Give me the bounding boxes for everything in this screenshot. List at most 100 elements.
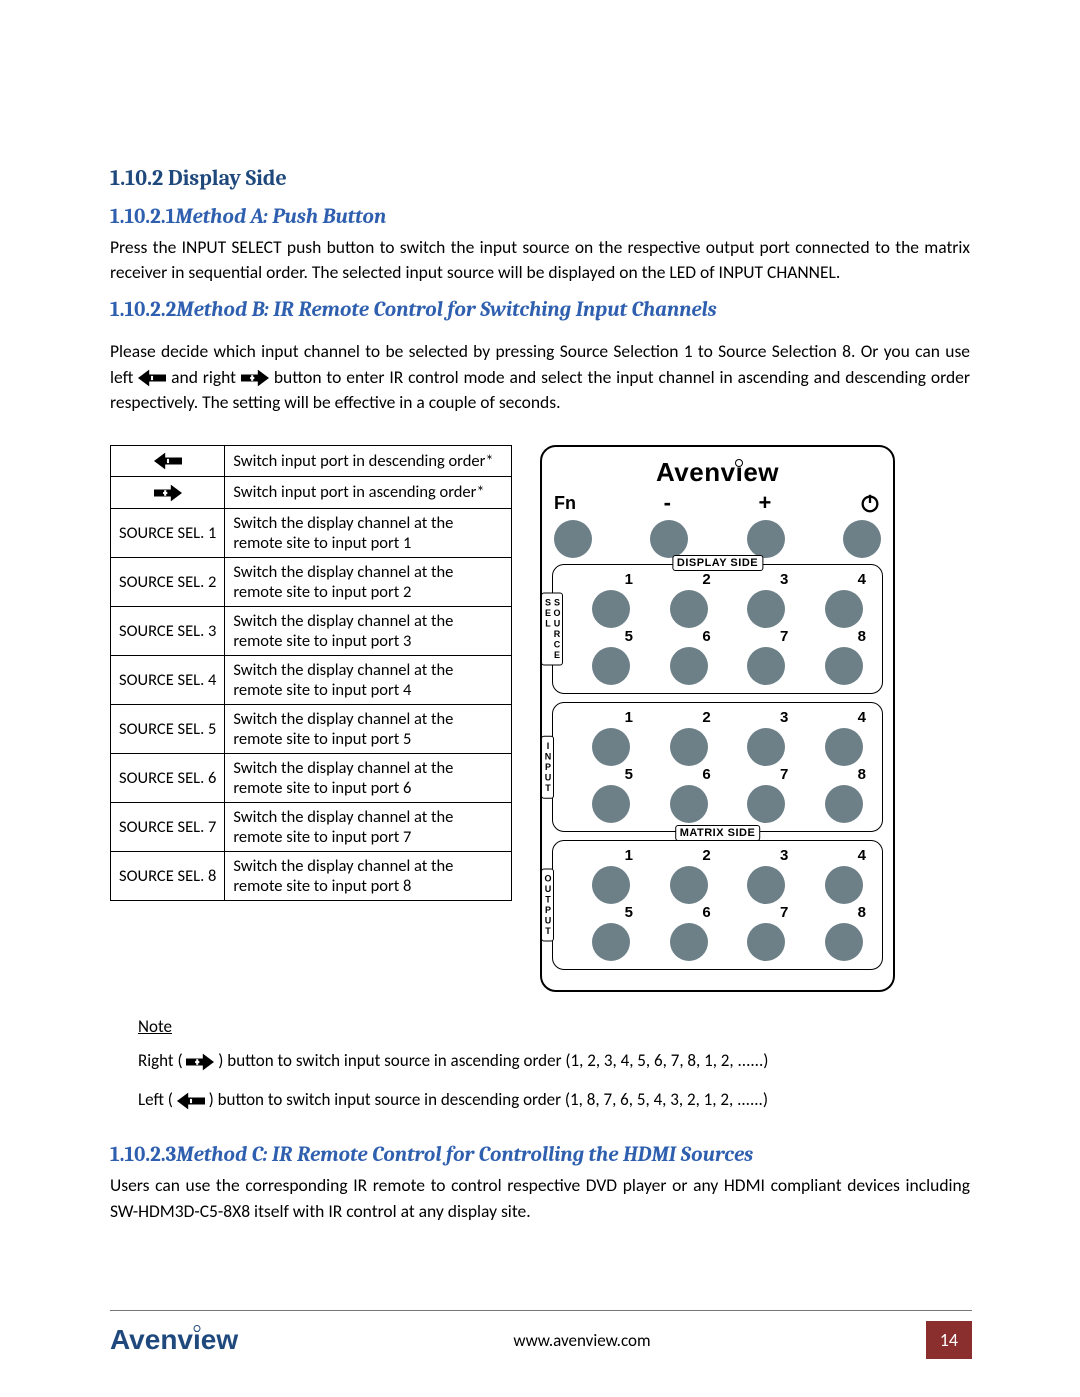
source-sel-button-2[interactable] [670, 590, 708, 628]
output-button-3[interactable] [747, 866, 785, 904]
table-cell-desc: Switch the display channel at the remote… [225, 606, 512, 655]
remote-button-cell: 8 [816, 766, 872, 823]
table-row: Switch input port in descending order* [111, 446, 512, 477]
table-row: SOURCE SEL. 7Switch the display channel … [111, 802, 512, 851]
remote-button-row: 1234 [583, 709, 872, 766]
table-cell-label: SOURCE SEL. 8 [111, 851, 225, 900]
source-sel-button-3[interactable] [747, 590, 785, 628]
remote-plus-button[interactable] [747, 520, 785, 558]
input-button-7[interactable] [747, 785, 785, 823]
input-button-5[interactable] [592, 785, 630, 823]
footer-logo: Avenview [110, 1324, 238, 1356]
input-button-3[interactable] [747, 728, 785, 766]
remote-button-cell: 1 [583, 847, 639, 904]
remote-button-cell: 7 [738, 904, 794, 961]
table-cell-label: SOURCE SEL. 6 [111, 753, 225, 802]
page-footer: Avenview www.avenview.com 14 [110, 1310, 972, 1359]
heading-method-a: 1.10.2.1Method A: Push Button [110, 205, 970, 229]
remote-button-cell: 2 [661, 709, 717, 766]
remote-section-input: INPUT MATRIX SIDE 12345678 [552, 702, 883, 832]
output-button-5[interactable] [592, 923, 630, 961]
remote-button-number: 6 [661, 904, 717, 921]
table-row: SOURCE SEL. 1Switch the display channel … [111, 508, 512, 557]
paragraph-method-b: Please decide which input channel to be … [110, 339, 970, 415]
output-button-1[interactable] [592, 866, 630, 904]
remote-button-cell: 5 [583, 628, 639, 685]
footer-url: www.avenview.com [513, 1330, 650, 1351]
remote-section-source-sel: DISPLAY SIDE SOURCE SEL 12345678 [552, 564, 883, 694]
remote-button-cell: 4 [816, 571, 872, 628]
table-row: SOURCE SEL. 3Switch the display channel … [111, 606, 512, 655]
input-button-8[interactable] [825, 785, 863, 823]
remote-button-number: 6 [661, 766, 717, 783]
source-sel-button-6[interactable] [670, 647, 708, 685]
remote-minus-button[interactable] [650, 520, 688, 558]
remote-button-cell: 6 [661, 904, 717, 961]
heading-method-a-text: Method A: Push Button [175, 205, 386, 229]
output-button-4[interactable] [825, 866, 863, 904]
remote-brand: Avenview [552, 457, 883, 488]
input-button-4[interactable] [825, 728, 863, 766]
output-button-2[interactable] [670, 866, 708, 904]
table-row: Switch input port in ascending order* [111, 477, 512, 508]
heading-method-b: 1.10.2.2Method B: IR Remote Control for … [110, 298, 970, 322]
source-sel-button-5[interactable] [592, 647, 630, 685]
remote-button-cell: 3 [738, 847, 794, 904]
remote-grid-input: 12345678 [559, 709, 876, 823]
table-cell-label: SOURCE SEL. 7 [111, 802, 225, 851]
table-row: SOURCE SEL. 8Switch the display channel … [111, 851, 512, 900]
remote-button-number: 1 [583, 571, 639, 588]
table-cell-desc: Switch the display channel at the remote… [225, 704, 512, 753]
heading-method-a-num: 1.10.2.1 [110, 205, 175, 229]
remote-power-button[interactable] [843, 520, 881, 558]
table-cell-label: SOURCE SEL. 4 [111, 655, 225, 704]
table-cell-label [111, 477, 225, 508]
source-sel-button-7[interactable] [747, 647, 785, 685]
remote-plus-label: + [759, 490, 772, 516]
heading-method-b-num: 1.10.2.2 [110, 298, 176, 322]
remote-section-output: OUTPUT 12345678 [552, 840, 883, 970]
remote-button-number: 7 [738, 904, 794, 921]
table-cell-label: SOURCE SEL. 1 [111, 508, 225, 557]
remote-button-number: 5 [583, 904, 639, 921]
source-sel-button-8[interactable] [825, 647, 863, 685]
table-row: SOURCE SEL. 5Switch the display channel … [111, 704, 512, 753]
remote-button-row: 1234 [583, 571, 872, 628]
table-cell-label: SOURCE SEL. 2 [111, 557, 225, 606]
source-sel-button-1[interactable] [592, 590, 630, 628]
arrow-right-icon [241, 367, 269, 389]
source-sel-button-4[interactable] [825, 590, 863, 628]
remote-button-number: 5 [583, 766, 639, 783]
output-button-7[interactable] [747, 923, 785, 961]
tag-output: OUTPUT [541, 869, 554, 942]
remote-fn-button[interactable] [554, 520, 592, 558]
heading-method-b-text: Method B: IR Remote Control for Switchin… [176, 298, 716, 322]
output-button-8[interactable] [825, 923, 863, 961]
remote-button-number: 4 [816, 709, 872, 726]
input-button-1[interactable] [592, 728, 630, 766]
power-icon [859, 492, 881, 514]
remote-minus-label: - [664, 490, 671, 516]
output-button-6[interactable] [670, 923, 708, 961]
table-cell-label: SOURCE SEL. 3 [111, 606, 225, 655]
remote-button-number: 4 [816, 847, 872, 864]
remote-button-cell: 5 [583, 904, 639, 961]
paragraph-method-a: Press the INPUT SELECT push button to sw… [110, 235, 970, 286]
input-button-2[interactable] [670, 728, 708, 766]
input-button-6[interactable] [670, 785, 708, 823]
remote-button-cell: 5 [583, 766, 639, 823]
table-cell-desc: Switch the display channel at the remote… [225, 802, 512, 851]
note-left: Left ( ) button to switch input source i… [138, 1086, 970, 1115]
remote-button-cell: 1 [583, 571, 639, 628]
remote-button-number: 3 [738, 571, 794, 588]
remote-button-cell: 6 [661, 766, 717, 823]
remote-button-number: 8 [816, 766, 872, 783]
remote-button-number: 7 [738, 628, 794, 645]
remote-button-number: 1 [583, 847, 639, 864]
tag-matrix-side: MATRIX SIDE [675, 825, 761, 841]
table-row: SOURCE SEL. 2Switch the display channel … [111, 557, 512, 606]
document-page: 1.10.2 Display Side 1.10.2.1Method A: Pu… [0, 0, 1080, 1397]
remote-button-number: 8 [816, 904, 872, 921]
footer-page-number: 14 [926, 1321, 972, 1359]
paragraph-method-c: Users can use the corresponding IR remot… [110, 1173, 970, 1224]
